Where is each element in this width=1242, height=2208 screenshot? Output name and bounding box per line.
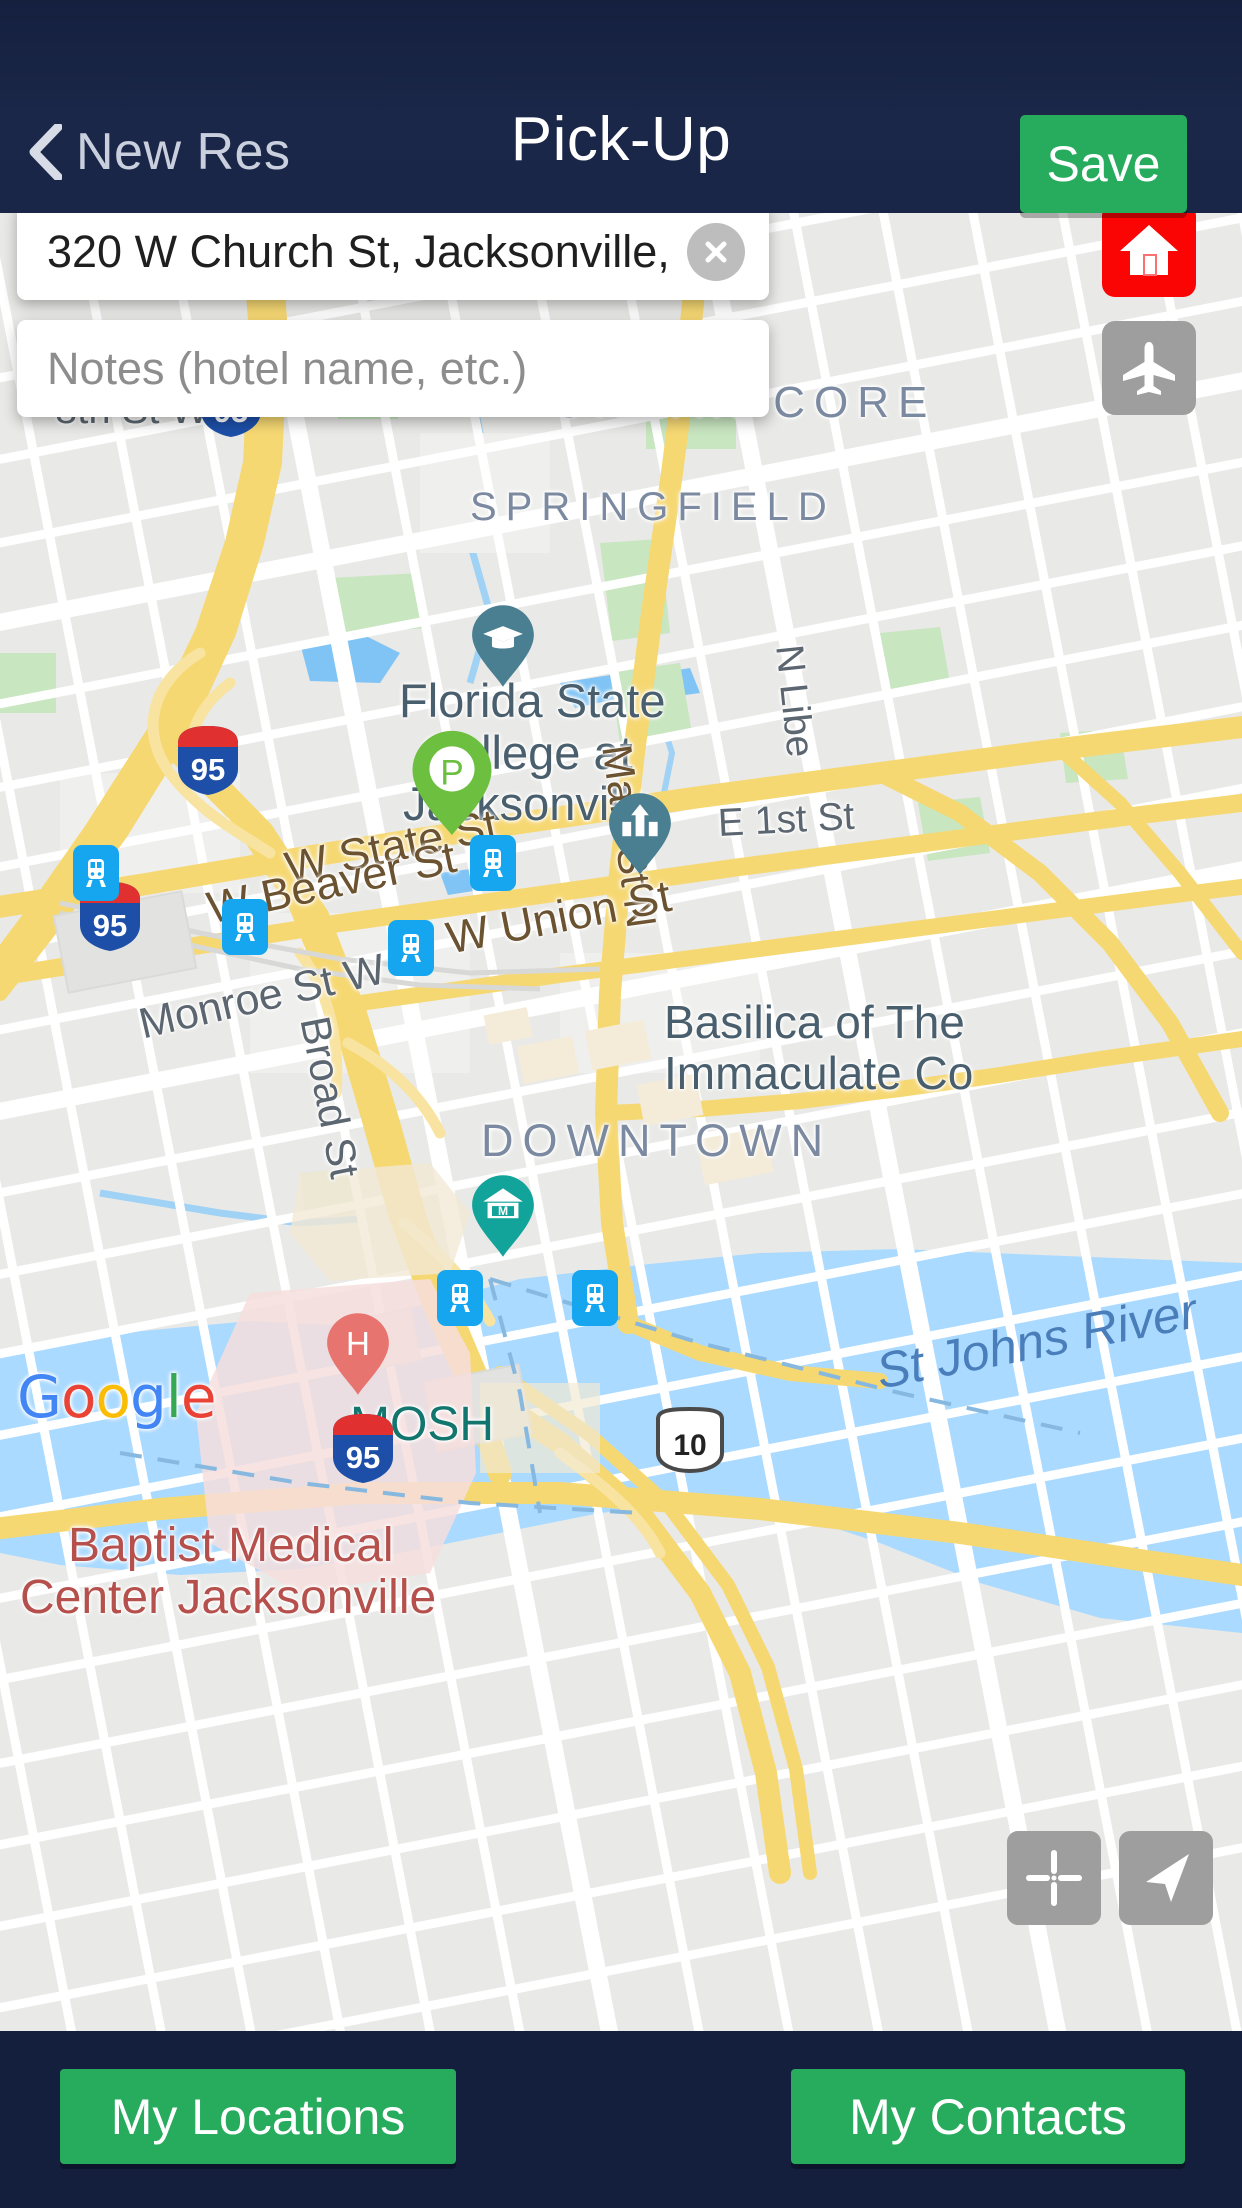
navigation-arrow-icon bbox=[1146, 1854, 1189, 1902]
address-input[interactable] bbox=[17, 225, 769, 278]
save-button[interactable]: Save bbox=[1020, 115, 1187, 213]
notes-field-wrapper bbox=[17, 320, 769, 417]
my-location-button[interactable] bbox=[1119, 1831, 1213, 1925]
map-view[interactable]: 8th St WURBAN CORESPRINGFIELDFlorida Sta… bbox=[0, 213, 1242, 2031]
my-contacts-label: My Contacts bbox=[849, 2088, 1127, 2145]
map-tiles bbox=[0, 213, 1242, 2031]
home-shortcut-button[interactable] bbox=[1102, 203, 1196, 297]
my-locations-label: My Locations bbox=[110, 2088, 406, 2145]
my-locations-button[interactable]: My Locations bbox=[60, 2069, 456, 2164]
airport-shortcut-button[interactable] bbox=[1102, 321, 1196, 415]
app-header: New Res Pick-Up Save bbox=[0, 0, 1242, 213]
save-button-label: Save bbox=[1046, 136, 1161, 192]
my-contacts-button[interactable]: My Contacts bbox=[791, 2069, 1185, 2164]
crosshair-icon bbox=[1026, 1850, 1082, 1906]
location-form bbox=[17, 203, 769, 417]
notes-input[interactable] bbox=[17, 342, 769, 395]
address-field-wrapper bbox=[17, 203, 769, 300]
home-icon bbox=[1120, 225, 1178, 276]
airplane-icon bbox=[1123, 342, 1175, 395]
map-controls bbox=[1007, 1831, 1213, 1925]
clear-address-button[interactable] bbox=[687, 222, 745, 281]
center-map-button[interactable] bbox=[1007, 1831, 1101, 1925]
bottom-action-bar: My Locations My Contacts bbox=[0, 2031, 1242, 2208]
close-icon bbox=[705, 241, 727, 262]
